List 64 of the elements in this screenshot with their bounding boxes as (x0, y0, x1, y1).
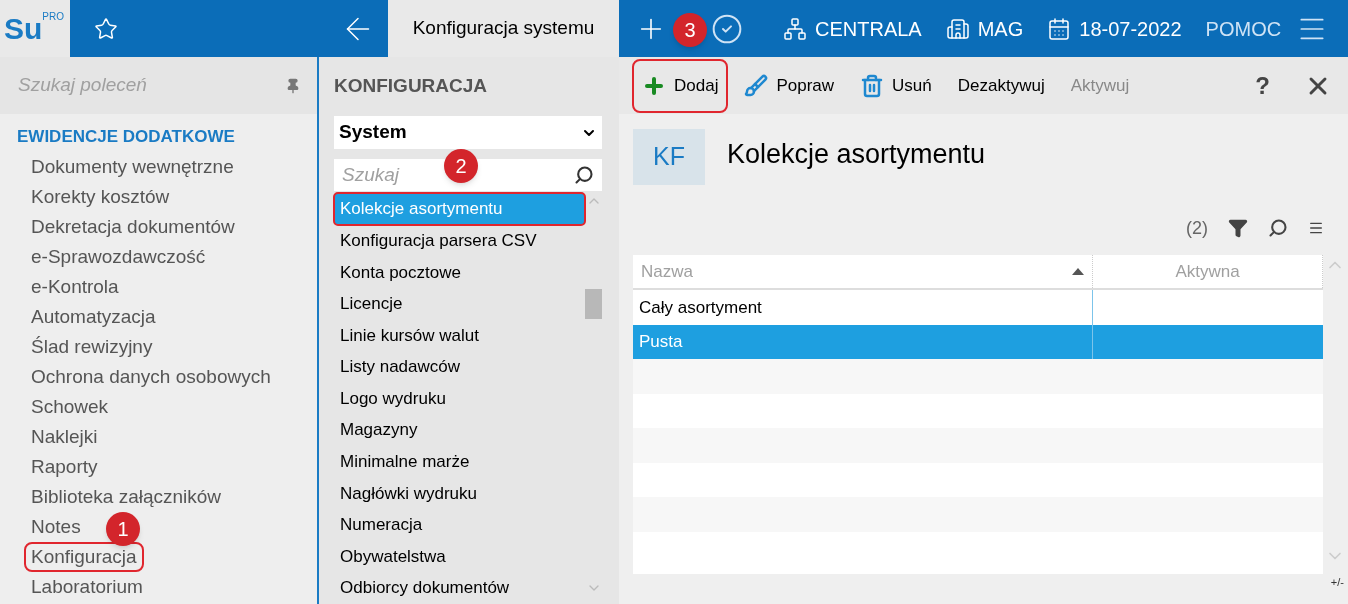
config-list-item[interactable]: Listy nadawców (334, 351, 585, 383)
scroll-thumb[interactable] (585, 289, 602, 320)
calendar-icon (1047, 16, 1072, 41)
sidebar-item[interactable]: Korekty kosztów (26, 184, 175, 210)
sidebar-item[interactable]: Ślad rewizyjny (26, 334, 158, 360)
sidebar-item[interactable]: Konfiguracja (26, 544, 142, 570)
sidebar-item[interactable]: Schowek (26, 394, 114, 420)
category-select[interactable]: System (334, 115, 602, 150)
context-label[interactable]: 18-07-2022 (1079, 13, 1182, 44)
building-icon (945, 16, 970, 41)
sidebar-item[interactable]: Ochrona danych osobowych (26, 364, 276, 390)
footer-toggle[interactable]: +/- (1330, 574, 1344, 591)
section-header: EWIDENCJE DODATKOWE (16, 126, 236, 148)
search-icon[interactable] (1268, 218, 1288, 238)
toolbar-button[interactable]: Dezaktywuj (949, 60, 1053, 111)
sidebar-item[interactable]: Automatyzacja (26, 304, 161, 330)
toolbar-button[interactable]: Dodaj (634, 60, 727, 111)
context-label[interactable]: MAG (977, 13, 1024, 44)
panel-title: KONFIGURACJA (334, 74, 489, 99)
sidebar-item[interactable]: Dekretacja dokumentów (26, 214, 240, 240)
star-icon[interactable] (94, 16, 118, 41)
pin-icon[interactable] (285, 77, 301, 94)
toolbar-button[interactable]: Usuń (852, 60, 940, 111)
filter-icon[interactable] (1228, 218, 1248, 238)
context-label[interactable]: CENTRALA (815, 13, 922, 44)
table-cell-text: Cały asortyment (639, 296, 762, 319)
callout-badge: 3 (673, 12, 707, 47)
sidebar-item[interactable]: Laboratorium (26, 574, 148, 600)
sort-arrow-icon (1072, 268, 1084, 275)
record-count: (2) (1186, 216, 1208, 240)
callout-badge: 2 (444, 149, 478, 184)
config-list-item[interactable]: Logo wydruku (334, 382, 585, 415)
active-tab[interactable]: Konfiguracja systemu (388, 0, 619, 57)
config-list-item[interactable]: Numeracja (334, 509, 585, 541)
callout-badge: 1 (106, 512, 140, 546)
sidebar-item[interactable]: Naklejki (26, 424, 103, 450)
config-list-item[interactable]: Odbiorcy dokumentów (334, 572, 585, 604)
page-title: Kolekcje asortymentu (727, 137, 986, 171)
config-list-item[interactable]: Konta pocztowe (334, 256, 585, 289)
check-circle-icon[interactable] (711, 12, 743, 45)
table-row[interactable]: Cały asortyment (633, 290, 1323, 325)
config-list-item[interactable]: Minimalne marże (334, 446, 585, 478)
module-badge: KF (633, 129, 705, 185)
menu-icon[interactable] (1308, 220, 1324, 236)
config-list-item[interactable]: Magazyny (334, 414, 585, 447)
config-list-item[interactable]: Obywatelstwa (334, 540, 585, 573)
help-button[interactable]: ? (1255, 67, 1270, 104)
sidebar-item[interactable]: Raporty (26, 454, 103, 480)
config-list-item[interactable]: Licencje (334, 288, 585, 320)
sidebar-item[interactable]: Biblioteka załączników (26, 484, 227, 510)
table-cell-text: Pusta (639, 331, 683, 353)
network-icon (783, 16, 807, 41)
trash-icon (860, 73, 885, 98)
sidebar-item[interactable]: Notes (26, 514, 86, 540)
sidebar-item[interactable]: e-Sprawozdawczość (26, 244, 211, 270)
config-list-item[interactable]: Linie kursów walut (334, 319, 585, 352)
sidebar-item[interactable]: e-Kontrola (26, 274, 124, 300)
toolbar-button[interactable]: Popraw (736, 60, 843, 111)
context-label[interactable]: POMOC (1205, 13, 1282, 44)
sidebar-item[interactable]: Dokumenty wewnętrzne (26, 154, 239, 180)
config-list-item[interactable]: Konfiguracja parsera CSV (334, 224, 585, 257)
config-list-item[interactable]: Nagłówki wydruku (334, 477, 585, 510)
search-icon[interactable] (574, 165, 594, 186)
brush-icon (744, 73, 769, 98)
